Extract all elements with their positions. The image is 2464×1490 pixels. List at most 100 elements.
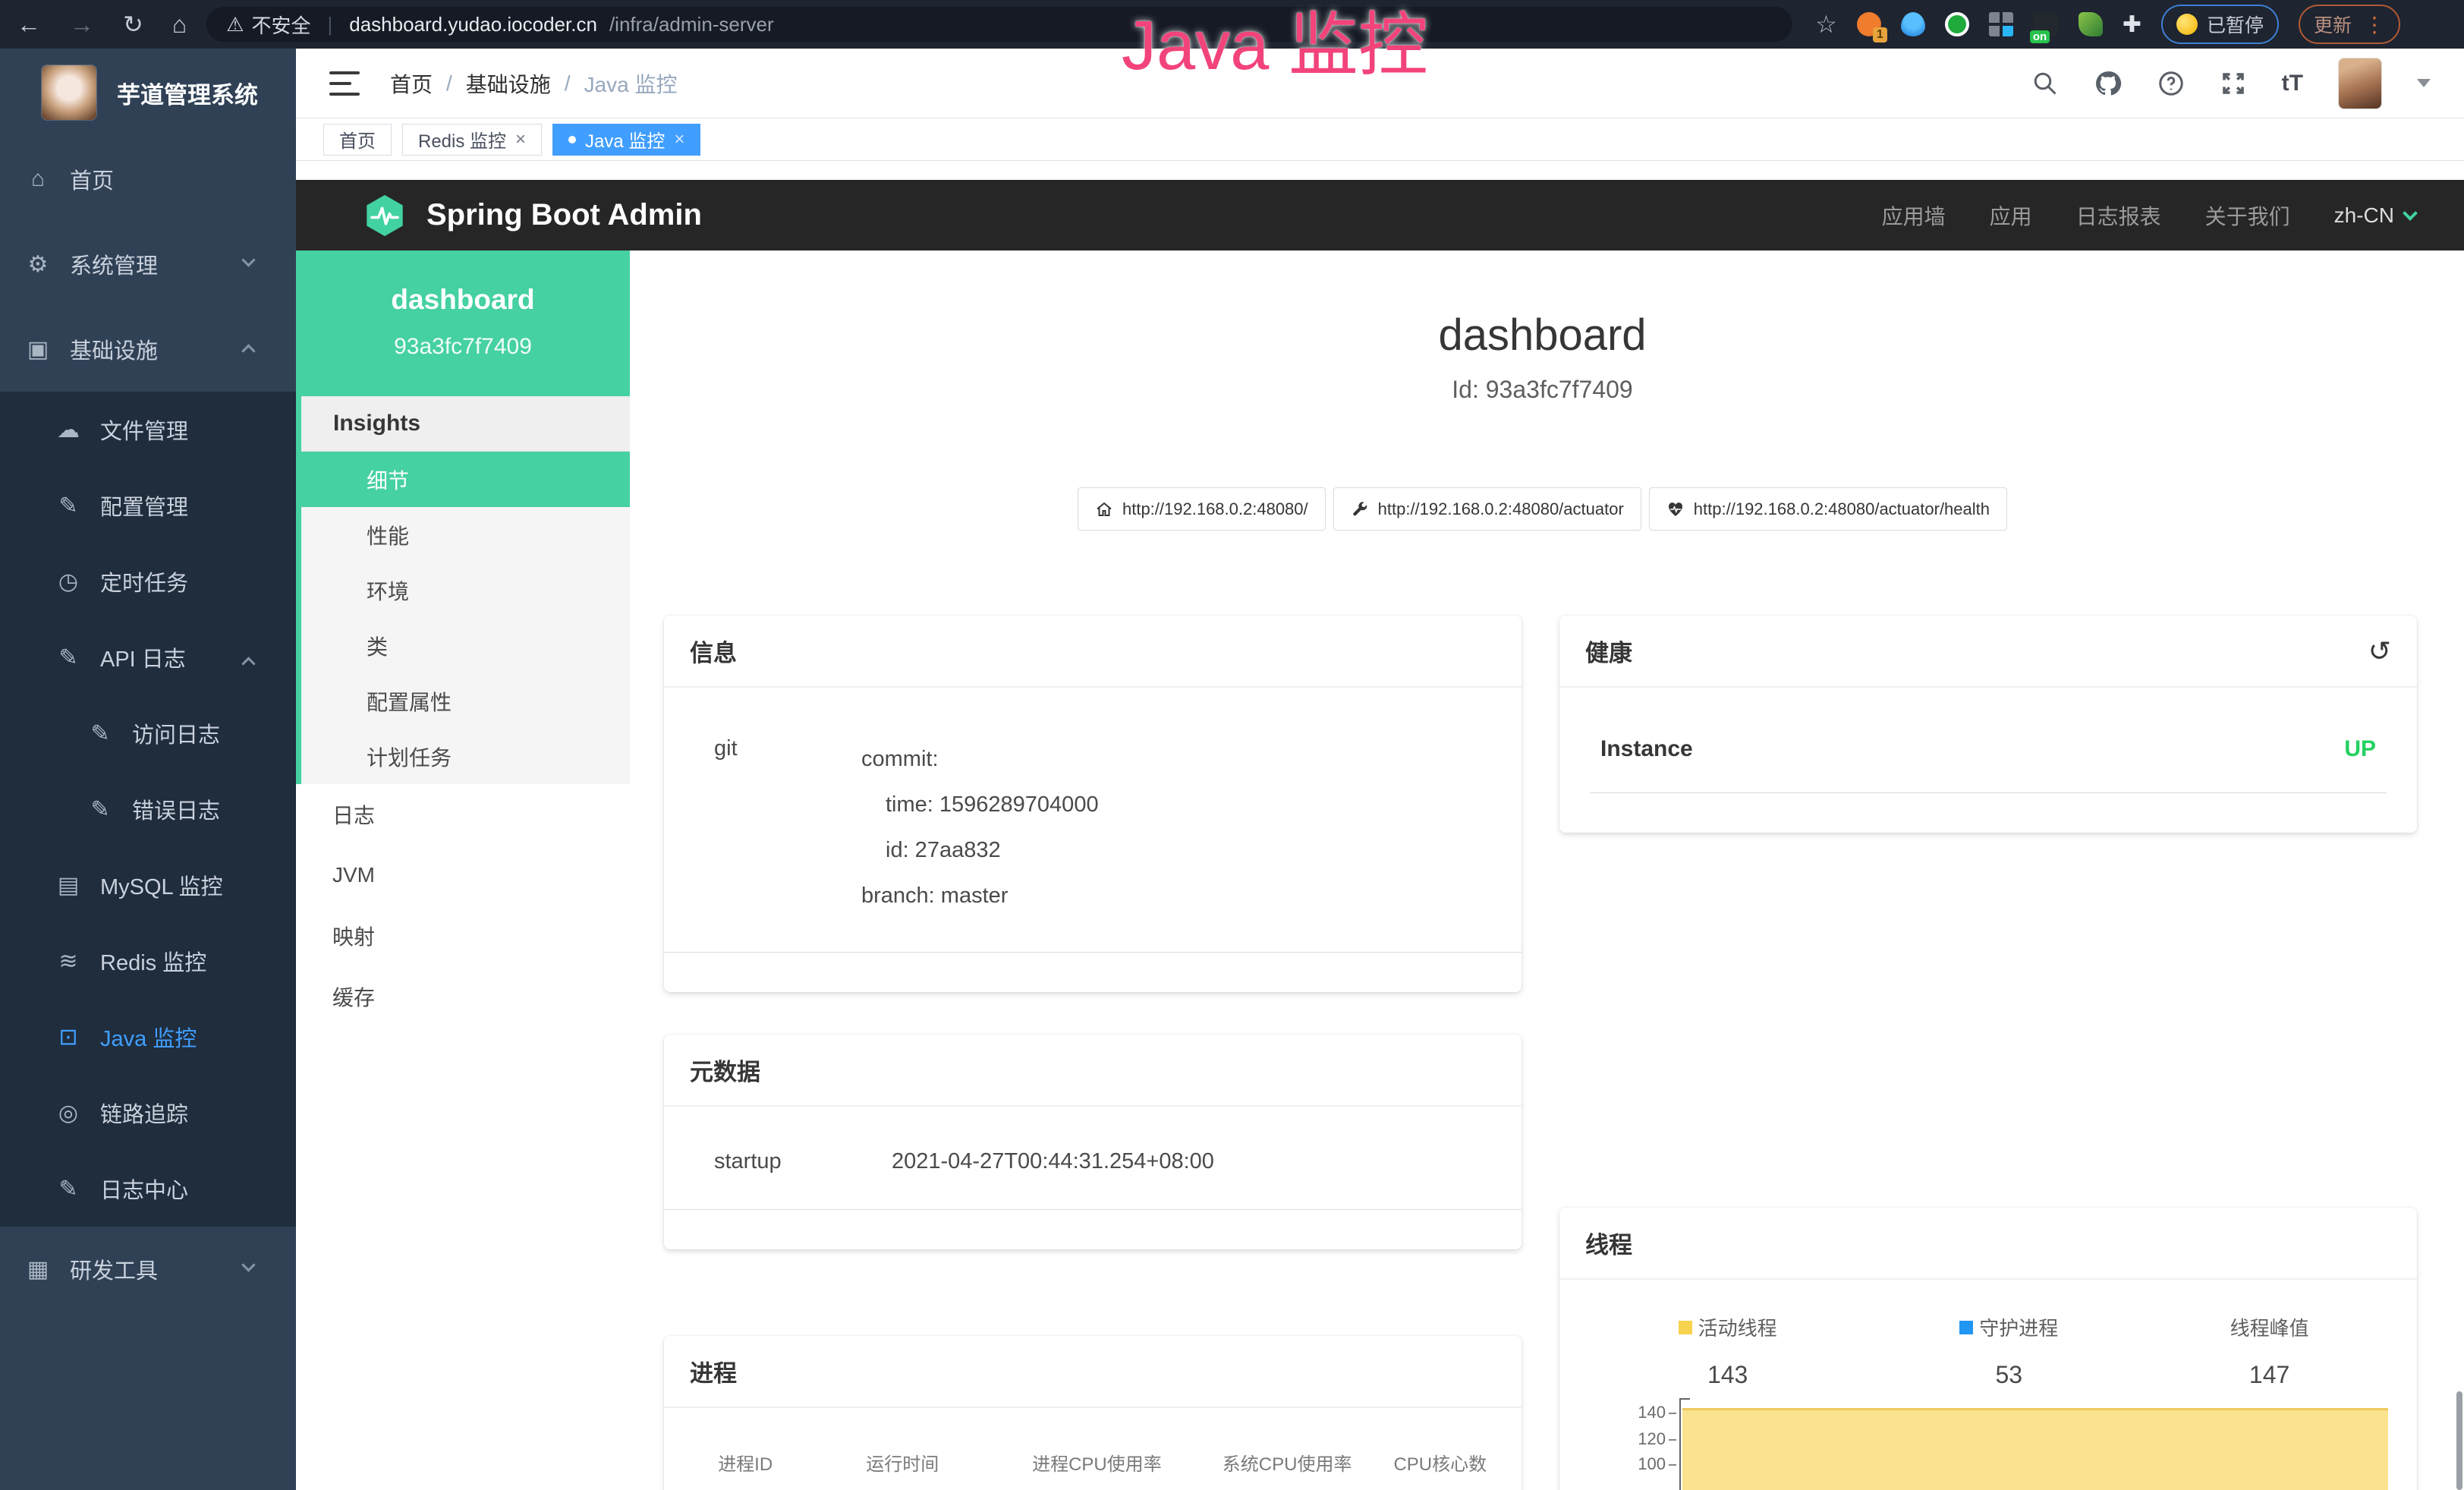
health-url-button[interactable]: http://192.168.0.2:48080/actuator/health: [1649, 487, 2007, 531]
user-menu-caret-icon[interactable]: [2417, 79, 2431, 87]
sba-menu-jvm[interactable]: JVM: [296, 845, 630, 906]
sba-app-name: dashboard: [304, 284, 622, 316]
app-title: 芋道管理系统: [117, 76, 258, 110]
system-cpu-column: 系统CPU使用率 0.07: [1201, 1449, 1374, 1490]
sba-menu-logs[interactable]: 日志: [296, 784, 630, 845]
error-log-icon: ✎: [85, 796, 115, 823]
breadcrumb-home[interactable]: 首页: [390, 68, 433, 99]
url-bar[interactable]: ⚠ 不安全 | dashboard.yudao.iocoder.cn/infra…: [206, 7, 1792, 42]
sba-nav-wallboard[interactable]: 应用墙: [1882, 200, 1946, 231]
tab-redis-monitor[interactable]: Redis 监控 ×: [402, 124, 542, 156]
sidebar-item-system-manage[interactable]: ⚙ 系统管理: [0, 222, 296, 307]
sba-nav-about[interactable]: 关于我们: [2205, 200, 2290, 231]
sidebar-item-label: 配置管理: [100, 490, 188, 521]
chrome-update-button[interactable]: 更新 ⋮: [2299, 5, 2400, 44]
app-logo-row[interactable]: 芋道管理系统: [0, 49, 296, 137]
metadata-card: 元数据 startup 2021-04-27T00:44:31.254+08:0…: [664, 1035, 1522, 1249]
search-icon[interactable]: [2031, 70, 2059, 97]
sba-menu-config-props[interactable]: 配置属性: [301, 673, 630, 729]
security-label: 不安全: [251, 11, 310, 39]
extension-switch-icon[interactable]: on: [2033, 13, 2059, 36]
security-warning[interactable]: ⚠ 不安全: [226, 11, 310, 39]
tab-label: Java 监控: [585, 126, 665, 153]
close-icon[interactable]: ×: [674, 129, 684, 150]
back-icon[interactable]: ←: [17, 11, 41, 39]
sba-body: dashboard 93a3fc7f7409 Insights 细节 性能 环境…: [296, 250, 2464, 1490]
browser-home-icon[interactable]: ⌂: [172, 11, 187, 39]
github-icon[interactable]: [2094, 69, 2123, 98]
extension-green-icon[interactable]: [1945, 12, 1969, 36]
sba-nav: 应用墙 应用 日志报表 关于我们 zh-CN: [1882, 200, 2415, 231]
extension-pin-icon[interactable]: [1901, 12, 1925, 36]
chevron-up-icon: [241, 657, 255, 670]
service-url-button[interactable]: http://192.168.0.2:48080/: [1078, 487, 1326, 531]
breadcrumb-separator: /: [446, 71, 452, 96]
sidebar-item-trace[interactable]: ◎ 链路追踪: [0, 1075, 296, 1151]
tab-home[interactable]: 首页: [323, 124, 392, 156]
extension-leaf-icon[interactable]: [2079, 12, 2103, 36]
sidebar-item-config-manage[interactable]: ✎ 配置管理: [0, 468, 296, 543]
sba-menu-mappings[interactable]: 映射: [296, 906, 630, 966]
info-row-value: commit: time: 1596289704000 id: 27aa832 …: [861, 736, 1491, 918]
health-row-label: Instance: [1600, 736, 1693, 762]
profile-paused-button[interactable]: 已暂停: [2161, 5, 2279, 44]
breadcrumb-current: Java 监控: [584, 68, 678, 99]
threads-legend: 活动线程 143 守护进程 53 线程峰值 147: [1559, 1313, 2417, 1389]
reload-icon[interactable]: ↻: [123, 10, 143, 39]
sidebar-collapse-icon[interactable]: [329, 71, 360, 96]
tab-java-monitor[interactable]: Java 监控 ×: [552, 124, 700, 156]
extension-grid-icon[interactable]: [1989, 12, 2013, 36]
chevron-down-icon: [241, 1258, 255, 1271]
sba-menu-scheduled-tasks[interactable]: 计划任务: [301, 729, 630, 784]
sba-nav-applications[interactable]: 应用: [1990, 200, 2032, 231]
process-card: 进程 进程ID 5261 运行时间 6d 23h 15m 59s: [664, 1336, 1522, 1490]
chevron-down-icon: [2403, 206, 2418, 221]
metadata-startup-row: startup 2021-04-27T00:44:31.254+08:00: [664, 1149, 1522, 1210]
help-icon[interactable]: [2157, 70, 2185, 97]
sidebar-item-mysql-monitor[interactable]: ▤ MySQL 监控: [0, 847, 296, 923]
sidebar-item-error-log[interactable]: ✎ 错误日志: [0, 771, 296, 847]
sidebar-item-java-monitor[interactable]: ⊡ Java 监控: [0, 999, 296, 1075]
history-icon[interactable]: ↺: [2368, 635, 2391, 667]
actuator-url-button[interactable]: http://192.168.0.2:48080/actuator: [1333, 487, 1641, 531]
extension-orange-icon[interactable]: 1: [1857, 12, 1881, 36]
bookmark-star-icon[interactable]: ☆: [1815, 10, 1837, 39]
sba-nav-journal[interactable]: 日志报表: [2076, 200, 2161, 231]
sba-menu-details[interactable]: 细节: [301, 452, 630, 507]
user-avatar[interactable]: [2338, 58, 2382, 109]
sidebar-item-redis-monitor[interactable]: ≋ Redis 监控: [0, 923, 296, 999]
breadcrumb-infrastructure[interactable]: 基础设施: [466, 68, 551, 99]
tag-tab-bar: 首页 Redis 监控 × Java 监控 ×: [296, 118, 2464, 161]
sba-menu-metrics[interactable]: 性能: [301, 507, 630, 562]
breadcrumb: 首页 / 基础设施 / Java 监控: [390, 68, 678, 99]
sidebar-item-api-log[interactable]: ✎ API 日志: [0, 619, 296, 695]
scrollbar-thumb[interactable]: [2456, 1391, 2462, 1490]
extensions-puzzle-icon[interactable]: ✚: [2123, 11, 2141, 38]
sidebar-item-home[interactable]: ⌂ 首页: [0, 137, 296, 222]
font-size-icon[interactable]: tT: [2282, 71, 2303, 96]
sidebar-item-label: 定时任务: [100, 565, 188, 597]
sidebar-item-label: 日志中心: [100, 1173, 188, 1205]
instance-title: dashboard: [664, 310, 2421, 361]
tab-label: Redis 监控: [418, 126, 506, 153]
sidebar-item-devtools[interactable]: ▦ 研发工具: [0, 1227, 296, 1312]
sidebar-item-infrastructure[interactable]: ▣ 基础设施: [0, 307, 296, 392]
browser-menu-icon[interactable]: ⋮: [2364, 12, 2385, 37]
sba-instance-header[interactable]: dashboard 93a3fc7f7409: [296, 250, 630, 396]
sba-menu-environment[interactable]: 环境: [301, 562, 630, 618]
sidebar-item-file-manage[interactable]: ☁ 文件管理: [0, 392, 296, 468]
fullscreen-icon[interactable]: [2220, 70, 2247, 97]
info-git-row: git commit: time: 1596289704000 id: 27aa…: [664, 736, 1522, 953]
sba-locale-select[interactable]: zh-CN: [2334, 203, 2415, 228]
sidebar-item-schedule[interactable]: ◷ 定时任务: [0, 543, 296, 619]
sba-menu-caches[interactable]: 缓存: [296, 966, 630, 1027]
sidebar-item-access-log[interactable]: ✎ 访问日志: [0, 695, 296, 771]
sidebar-item-log-center[interactable]: ✎ 日志中心: [0, 1151, 296, 1227]
legend-active-threads: 活动线程 143: [1575, 1313, 1880, 1389]
info-row-label: git: [694, 736, 861, 918]
warning-icon: ⚠: [226, 13, 244, 36]
sidebar-item-label: Java 监控: [100, 1021, 197, 1053]
close-icon[interactable]: ×: [515, 129, 526, 150]
forward-icon[interactable]: →: [70, 11, 94, 39]
sba-menu-classes[interactable]: 类: [301, 618, 630, 673]
